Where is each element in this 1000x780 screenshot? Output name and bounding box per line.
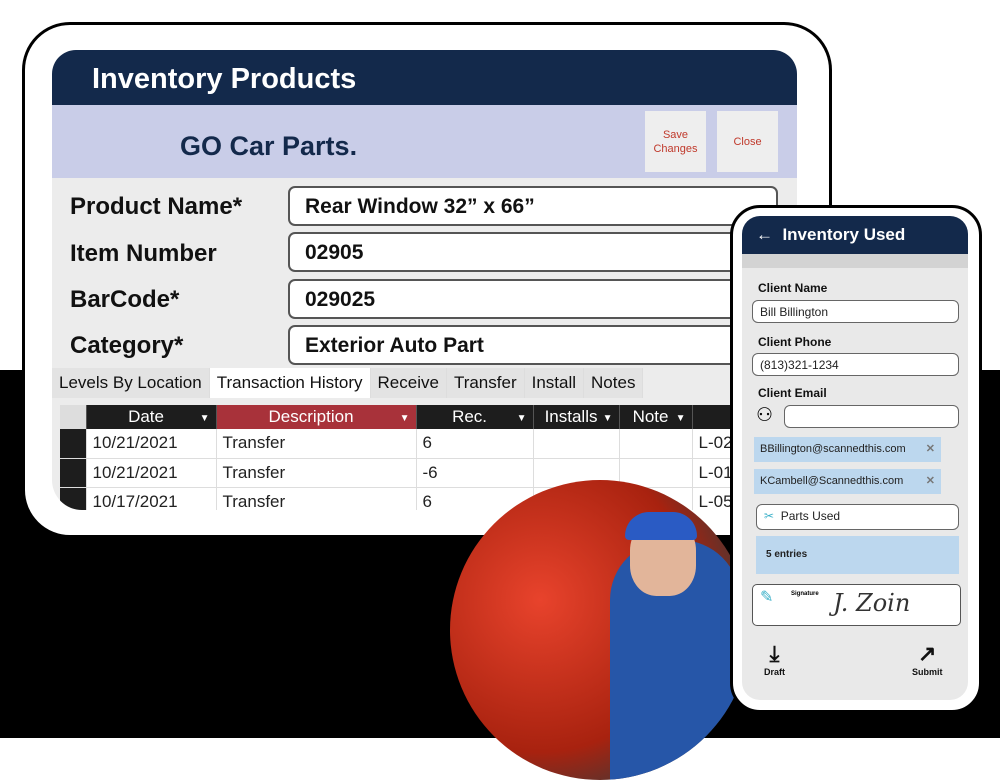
row-selector[interactable] xyxy=(60,429,87,459)
remove-icon[interactable]: ✕ xyxy=(926,442,935,455)
column-label: Description xyxy=(268,407,354,426)
cell-date: 10/21/2021 xyxy=(86,429,217,459)
cell-rec: -6 xyxy=(416,458,534,488)
pen-icon: ✎ xyxy=(760,589,774,606)
client-name-input[interactable]: Bill Billington xyxy=(752,300,959,323)
barcode-label: BarCode* xyxy=(70,286,180,313)
column-label: Date xyxy=(128,407,164,426)
remove-icon[interactable]: ✕ xyxy=(926,474,935,487)
signature-label: Signature xyxy=(791,591,819,597)
external-link-icon: ↗ xyxy=(918,641,937,666)
person-icon: ⚇ xyxy=(756,405,774,426)
sort-icon: ▼ xyxy=(199,413,210,424)
tab-notes[interactable]: Notes xyxy=(584,368,644,398)
company-name: GO Car Parts. xyxy=(180,131,358,161)
email-chip-text: KCambell@Scannedthis.com xyxy=(760,475,904,487)
cell-rec: 6 xyxy=(416,429,534,459)
cell-description: Transfer xyxy=(216,458,417,488)
item-number-label: Item Number xyxy=(70,240,217,267)
phone-header: ← Inventory Used xyxy=(742,216,968,268)
column-date[interactable]: Date ▼ xyxy=(86,405,217,429)
mechanic-photo xyxy=(450,480,750,780)
client-email-label: Client Email xyxy=(758,386,827,400)
product-name-label: Product Name* xyxy=(70,193,243,220)
tab-transfer[interactable]: Transfer xyxy=(446,368,525,398)
client-phone-input[interactable]: (813)321-1234 xyxy=(752,353,959,376)
sort-icon: ▼ xyxy=(399,413,410,424)
phone-screen: ← Inventory Used Client Name Bill Billin… xyxy=(742,216,968,700)
column-note[interactable]: Note ▼ xyxy=(619,405,693,429)
cell-note xyxy=(619,429,693,459)
cell-description: Transfer xyxy=(216,487,417,510)
cell-description: Transfer xyxy=(216,429,417,459)
sort-icon: ▼ xyxy=(602,413,613,424)
sort-icon: ▼ xyxy=(516,413,527,424)
email-chip-text: BBillington@scannedthis.com xyxy=(760,443,906,455)
column-label: Installs xyxy=(544,407,598,426)
tab-receive[interactable]: Receive xyxy=(370,368,447,398)
submit-label: Submit xyxy=(912,667,943,677)
draft-label: Draft xyxy=(764,667,786,677)
column-rec[interactable]: Rec. ▼ xyxy=(416,405,534,429)
draft-button[interactable]: ⤓ Draft xyxy=(764,641,785,677)
mechanic-cap xyxy=(625,512,697,540)
column-label: Note xyxy=(632,407,669,426)
subheader: GO Car Parts. Save Changes Close xyxy=(52,105,797,178)
client-email-input[interactable] xyxy=(784,405,959,428)
save-changes-button[interactable]: Save Changes xyxy=(645,111,706,172)
column-label: Rec. xyxy=(452,407,488,426)
cell-date: 10/17/2021 xyxy=(86,487,217,510)
cell-installs xyxy=(533,429,620,459)
email-chip: KCambell@Scannedthis.com ✕ xyxy=(754,469,941,494)
cell-date: 10/21/2021 xyxy=(86,458,217,488)
client-phone-label: Client Phone xyxy=(758,335,832,349)
submit-button[interactable]: ↗ Submit xyxy=(912,641,943,677)
product-name-input[interactable]: Rear Window 32” x 66” xyxy=(288,186,778,226)
back-arrow-icon[interactable]: ← xyxy=(756,225,773,244)
sort-icon: ▼ xyxy=(675,413,686,424)
signature-image: J. Zoin xyxy=(833,589,911,617)
entries-panel[interactable]: 5 entries xyxy=(756,536,959,574)
download-tray-icon: ⤓ xyxy=(769,641,780,666)
tab-install[interactable]: Install xyxy=(524,368,585,398)
table-header: Date ▼ Description ▼ Rec. ▼ Installs ▼ Note ▼ xyxy=(60,405,753,429)
parts-used-label: Parts Used xyxy=(780,509,841,523)
column-installs[interactable]: Installs ▼ xyxy=(533,405,620,429)
tools-icon: ✂ xyxy=(764,509,775,523)
tab-bar: Levels By Location Transaction History R… xyxy=(52,368,644,398)
row-selector[interactable] xyxy=(60,458,87,488)
barcode-input[interactable]: 029025 xyxy=(288,279,778,319)
phone-title: Inventory Used xyxy=(782,225,906,244)
parts-used-button[interactable]: ✂ Parts Used xyxy=(756,504,959,530)
page-title: Inventory Products xyxy=(52,50,797,105)
table-row[interactable]: 10/21/2021 Transfer 6 L-02 xyxy=(60,429,753,459)
table-row[interactable]: 10/21/2021 Transfer -6 L-01 xyxy=(60,458,753,488)
tablet-screen: Inventory Products GO Car Parts. Save Ch… xyxy=(52,50,797,510)
corner-cell xyxy=(60,405,87,429)
email-chip: BBillington@scannedthis.com ✕ xyxy=(754,437,941,462)
row-selector[interactable] xyxy=(60,487,87,510)
item-number-input[interactable]: 02905 xyxy=(288,232,778,272)
tab-levels-by-location[interactable]: Levels By Location xyxy=(52,368,210,398)
client-name-label: Client Name xyxy=(758,281,828,295)
tab-transaction-history[interactable]: Transaction History xyxy=(209,368,371,398)
signature-box[interactable]: ✎ Signature J. Zoin xyxy=(752,584,961,626)
column-description[interactable]: Description ▼ xyxy=(216,405,417,429)
category-label: Category* xyxy=(70,332,184,359)
category-input[interactable]: Exterior Auto Part xyxy=(288,325,778,365)
close-button[interactable]: Close xyxy=(717,111,778,172)
